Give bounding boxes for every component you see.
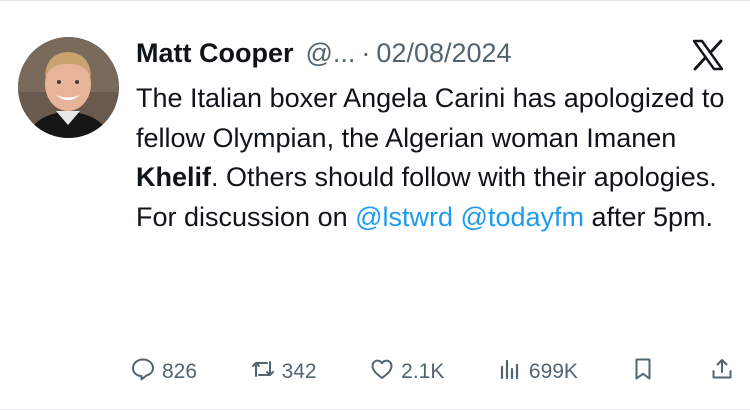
tweet-card[interactable]: Matt Cooper @... · 02/08/2024 The Italia… bbox=[0, 0, 750, 410]
avatar[interactable] bbox=[18, 37, 119, 138]
reply-button[interactable]: 826 bbox=[130, 356, 197, 388]
tweet-text-part: The Italian boxer Angela Carini has apol… bbox=[136, 83, 725, 153]
tweet-date[interactable]: 02/08/2024 bbox=[376, 38, 511, 69]
mention-link[interactable]: @todayfm bbox=[461, 202, 584, 232]
view-count: 699K bbox=[528, 360, 578, 383]
mention-link[interactable]: @lstwrd bbox=[355, 202, 453, 232]
speech-bubble-icon bbox=[130, 356, 156, 388]
repost-button[interactable]: 342 bbox=[250, 356, 317, 388]
tweet-text: The Italian boxer Angela Carini has apol… bbox=[136, 79, 736, 237]
share-button[interactable] bbox=[709, 356, 735, 388]
x-logo-icon bbox=[690, 37, 726, 73]
like-count: 2.1K bbox=[401, 360, 445, 383]
repost-arrows-icon bbox=[250, 356, 276, 388]
views-button[interactable]: 699K bbox=[497, 356, 578, 388]
tweet-text-bold: Khelif bbox=[136, 162, 212, 193]
reply-count: 826 bbox=[162, 360, 198, 383]
tweet-header: Matt Cooper @... · 02/08/2024 bbox=[136, 31, 512, 75]
author-handle[interactable]: @... bbox=[306, 38, 356, 69]
action-bar: 826 342 2.1K 699K bbox=[130, 356, 735, 388]
bookmark-icon bbox=[630, 356, 656, 388]
tweet-text-part: after 5pm. bbox=[584, 201, 714, 232]
bookmark-button[interactable] bbox=[630, 356, 656, 388]
share-upload-icon bbox=[709, 356, 735, 388]
tweet-text-space bbox=[453, 202, 461, 232]
author-name[interactable]: Matt Cooper bbox=[136, 38, 294, 69]
header-separator: · bbox=[361, 37, 371, 68]
like-button[interactable]: 2.1K bbox=[369, 356, 444, 388]
heart-icon bbox=[369, 356, 395, 388]
bar-chart-icon bbox=[497, 356, 523, 388]
repost-count: 342 bbox=[281, 360, 317, 383]
